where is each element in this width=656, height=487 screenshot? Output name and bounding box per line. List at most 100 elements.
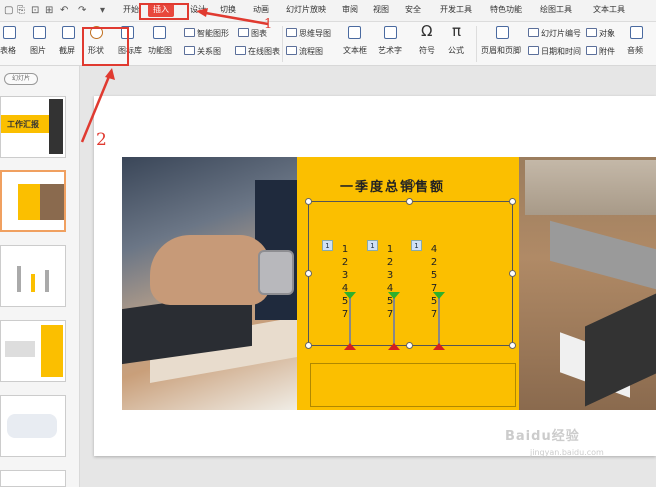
menu-icon[interactable]: ▢ — [4, 5, 13, 17]
slide-thumbnail-1[interactable]: 工作汇报 — [0, 96, 66, 158]
screenshot-icon[interactable] — [62, 26, 75, 39]
resize-handle-nw[interactable] — [305, 198, 312, 205]
list-badge: 1 — [411, 240, 422, 251]
tab-dev-tools[interactable]: 开发工具 — [440, 4, 472, 16]
empty-textbox[interactable] — [310, 363, 516, 407]
slide-number-button[interactable]: 幻灯片编号 — [528, 28, 581, 39]
tab-text-tools[interactable]: 文本工具 — [593, 4, 625, 16]
date-time-label: 日期和时间 — [541, 47, 581, 56]
thumb-yellow-block — [41, 325, 63, 377]
undo-icon[interactable]: ↶ — [60, 5, 68, 17]
column-value: 1 — [386, 244, 394, 255]
tab-drawing-tools[interactable]: 绘图工具 — [540, 4, 572, 16]
chart-button[interactable]: 图表 — [238, 28, 267, 39]
green-triangle-icon[interactable] — [433, 292, 445, 299]
photo-hand — [150, 235, 270, 305]
thumb-title: 工作汇报 — [7, 120, 39, 129]
pi-icon[interactable]: π — [452, 24, 461, 39]
table-button[interactable]: 表格 — [0, 46, 16, 56]
green-triangle-icon[interactable] — [388, 292, 400, 299]
attachment-button[interactable]: 附件 — [586, 46, 615, 57]
list-badge: 1 — [367, 240, 378, 251]
art-text-button[interactable]: 艺术字 — [378, 46, 402, 56]
tab-review[interactable]: 审阅 — [342, 4, 358, 16]
attachment-label: 附件 — [599, 47, 615, 56]
column-value: 2 — [386, 257, 394, 268]
slide-thumbnail-2-selected[interactable] — [0, 170, 66, 232]
annotation-box-shapes — [82, 27, 129, 66]
red-triangle-icon[interactable] — [344, 343, 356, 350]
tab-design[interactable]: 设计 — [190, 4, 206, 16]
slide-thumbnail-6[interactable] — [0, 470, 66, 487]
function-chart-button[interactable]: 功能图 — [148, 46, 172, 56]
thumb-map — [7, 414, 57, 438]
omega-icon[interactable]: Ω — [421, 24, 432, 39]
screenshot-button[interactable]: 截屏 — [59, 46, 75, 56]
resize-handle-w[interactable] — [305, 270, 312, 277]
formula-button[interactable]: 公式 — [448, 46, 464, 56]
value-column-2: 1 2 3 4 5 7 — [384, 243, 396, 321]
textbox-button[interactable]: 文本框 — [343, 46, 367, 56]
paperclip-icon — [586, 46, 597, 55]
copy-icon[interactable]: ⎘ — [17, 5, 25, 17]
tab-transition[interactable]: 切换 — [220, 4, 236, 16]
function-chart-icon[interactable] — [153, 26, 166, 39]
rotate-handle-icon[interactable] — [405, 179, 415, 189]
thumb-bar — [45, 270, 49, 292]
date-time-button[interactable]: 日期和时间 — [528, 46, 581, 57]
smart-graphic-label: 智能图形 — [197, 29, 229, 38]
slide-number-label: 幻灯片编号 — [541, 29, 581, 38]
resize-handle-s[interactable] — [406, 342, 413, 349]
slide-title[interactable]: 一季度总销售额 — [340, 176, 445, 195]
online-chart-button[interactable]: 在线图表 — [235, 46, 280, 57]
art-text-icon[interactable] — [384, 26, 397, 39]
tab-animation[interactable]: 动画 — [253, 4, 269, 16]
resize-handle-ne[interactable] — [509, 198, 516, 205]
symbol-button[interactable]: 符号 — [419, 46, 435, 56]
resize-handle-sw[interactable] — [305, 342, 312, 349]
column-value: 7 — [386, 309, 394, 320]
smart-graphic-button[interactable]: 智能图形 — [184, 28, 229, 39]
textbox-icon[interactable] — [348, 26, 361, 39]
red-triangle-icon[interactable] — [388, 343, 400, 350]
slide-thumbnail-3[interactable] — [0, 245, 66, 307]
header-footer-icon[interactable] — [496, 26, 509, 39]
column-value: 7 — [341, 309, 349, 320]
picture-icon[interactable] — [33, 26, 46, 39]
tab-features[interactable]: 特色功能 — [490, 4, 522, 16]
thumb-photos — [5, 341, 35, 357]
tab-security[interactable]: 安全 — [405, 4, 421, 16]
column-value: 3 — [341, 270, 349, 281]
watermark-logo: Baidu经验 — [505, 429, 580, 444]
slide-thumbnail-4[interactable] — [0, 320, 66, 382]
photo-watch — [258, 250, 294, 295]
tab-view[interactable]: 视图 — [373, 4, 389, 16]
resize-handle-e[interactable] — [509, 270, 516, 277]
resize-handle-n[interactable] — [406, 198, 413, 205]
value-column-3: 4 2 5 7 5 7 — [428, 243, 440, 321]
thumb-image — [49, 99, 63, 154]
flowchart-button[interactable]: 流程图 — [286, 46, 323, 57]
redo-icon[interactable]: ↷ — [78, 5, 86, 17]
more-icon[interactable]: ▾ — [100, 5, 105, 17]
object-button[interactable]: 对象 — [586, 28, 615, 39]
mind-map-label: 思维导图 — [299, 29, 331, 38]
picture-button[interactable]: 图片 — [30, 46, 46, 56]
add-slide-button[interactable]: 幻灯片 — [4, 73, 38, 85]
mind-map-button[interactable]: 思维导图 — [286, 28, 331, 39]
red-triangle-icon[interactable] — [433, 343, 445, 350]
preview-icon[interactable]: ⊞ — [45, 5, 53, 17]
audio-button[interactable]: 音频 — [627, 46, 643, 56]
header-footer-button[interactable]: 页眉和页脚 — [481, 46, 521, 56]
resize-handle-se[interactable] — [509, 342, 516, 349]
print-icon[interactable]: ⊡ — [31, 5, 39, 17]
table-icon[interactable] — [3, 26, 16, 39]
tab-start[interactable]: 开始 — [123, 4, 139, 16]
green-triangle-icon[interactable] — [344, 292, 356, 299]
slide-thumbnail-5[interactable] — [0, 395, 66, 457]
audio-icon[interactable] — [630, 26, 643, 39]
relation-button[interactable]: 关系图 — [184, 46, 221, 57]
thumb-yellow-block — [18, 184, 40, 220]
tab-slideshow[interactable]: 幻灯片放映 — [286, 4, 326, 16]
annotation-box-insert-tab — [139, 3, 189, 20]
